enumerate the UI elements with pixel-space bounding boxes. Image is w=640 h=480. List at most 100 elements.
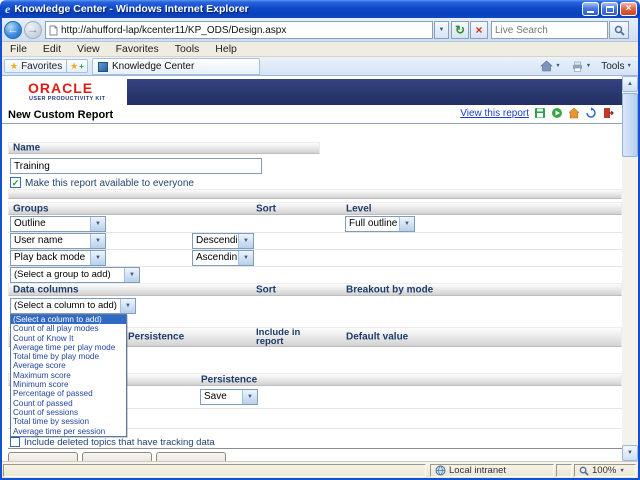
column-option[interactable]: Maximum score <box>11 371 126 380</box>
scroll-down-icon[interactable]: ▼ <box>622 445 638 461</box>
column-option[interactable]: Count of sessions <box>11 408 126 417</box>
add-group-select[interactable]: (Select a group to add) ▼ <box>10 267 140 283</box>
sort-descending-select[interactable]: Descending ▼ <box>192 233 254 249</box>
forward-button[interactable]: → <box>24 21 42 39</box>
close-button[interactable]: × <box>620 2 637 16</box>
refresh-page-button[interactable] <box>585 107 597 119</box>
chevron-down-icon: ▼ <box>124 268 139 282</box>
default-value-column-header: Default value <box>346 331 409 343</box>
bottom-button[interactable] <box>8 452 78 461</box>
persistence-save-select[interactable]: Save ▼ <box>200 389 258 405</box>
tools-menu-button[interactable]: Tools ▼ <box>601 61 632 72</box>
sort-ascending-select[interactable]: Ascending ▼ <box>192 250 254 266</box>
zoom-icon <box>579 466 589 476</box>
column-option[interactable]: Count of passed <box>11 399 126 408</box>
search-button[interactable] <box>609 21 629 39</box>
groups-level-header: Level <box>346 203 372 214</box>
home-icon <box>568 107 580 119</box>
minimize-button[interactable] <box>582 2 599 16</box>
bottom-button[interactable] <box>82 452 152 461</box>
chevron-down-icon: ▼ <box>626 63 632 69</box>
oracle-tagline: USER PRODUCTIVITY KIT <box>29 96 106 102</box>
select-value: User name <box>14 235 63 246</box>
print-menu-button[interactable]: ▼ <box>571 61 591 72</box>
logout-button[interactable] <box>602 107 614 119</box>
persistence-header-label: Persistence <box>201 374 258 385</box>
column-option[interactable]: Average score <box>11 361 126 370</box>
data-columns-section-header: Data columns Sort Breakout by mode <box>8 283 622 296</box>
level-select[interactable]: Full outline ▼ <box>345 216 415 232</box>
column-option[interactable]: Average time per session <box>11 427 126 436</box>
status-spacer-pane <box>556 464 572 477</box>
address-bar: ← → http://ahufford-lap/kcenter11/KP_ODS… <box>0 18 640 42</box>
add-favorite-button[interactable]: ★ + <box>66 59 88 73</box>
share-checkbox[interactable]: ✓ <box>10 177 21 188</box>
home-menu-button[interactable]: ▼ <box>540 60 561 72</box>
column-option[interactable]: Minimum score <box>11 380 126 389</box>
page-content: ORACLE USER PRODUCTIVITY KIT New Custom … <box>2 76 622 461</box>
group-username-select[interactable]: User name ▼ <box>10 233 106 249</box>
vertical-scrollbar[interactable]: ▲ ▼ <box>622 76 638 461</box>
stop-button[interactable]: × <box>470 21 488 39</box>
search-input[interactable] <box>495 24 604 36</box>
chevron-down-icon: ▼ <box>90 251 105 265</box>
security-zone-pane: Local intranet <box>430 464 554 477</box>
home-icon <box>540 60 554 72</box>
chevron-down-icon: ▼ <box>242 390 257 404</box>
add-column-select[interactable]: (Select a column to add) ▼ <box>10 298 136 314</box>
select-value: (Select a column to add) <box>14 300 117 311</box>
include-in-report-column-header: Include in report <box>256 327 301 347</box>
scroll-up-icon[interactable]: ▲ <box>622 76 638 92</box>
scrollbar-thumb[interactable] <box>622 93 638 157</box>
favorites-label: Favorites <box>21 60 63 72</box>
address-input[interactable]: http://ahufford-lap/kcenter11/KP_ODS/Des… <box>45 21 433 39</box>
chevron-down-icon: ▼ <box>120 299 135 313</box>
column-option[interactable]: Average time per play mode <box>11 343 126 352</box>
include-deleted-topics-checkbox[interactable] <box>10 437 20 447</box>
home-button[interactable] <box>568 107 580 119</box>
window-title: Knowledge Center - Windows Internet Expl… <box>14 3 249 15</box>
menu-help[interactable]: Help <box>207 42 245 57</box>
menu-bar: File Edit View Favorites Tools Help <box>0 42 640 57</box>
column-option[interactable]: Count of all play modes <box>11 324 126 333</box>
menu-file[interactable]: File <box>2 42 35 57</box>
star-icon: ★ <box>10 60 19 71</box>
history-dropdown-button[interactable]: ▼ <box>434 21 449 39</box>
zoom-control[interactable]: 100% ▼ <box>574 464 636 477</box>
column-option[interactable]: Total time by play mode <box>11 352 126 361</box>
persistence-column-header: Persistence <box>128 331 185 343</box>
refresh-icon <box>586 107 596 118</box>
column-option[interactable]: Total time by session <box>11 417 126 426</box>
report-name-input[interactable] <box>10 158 262 174</box>
oracle-logo: ORACLE <box>28 80 94 96</box>
column-option[interactable]: (Select a column to add) <box>11 315 126 325</box>
breakout-by-mode-header: Breakout by mode <box>346 284 434 295</box>
refresh-button[interactable]: ↻ <box>451 21 469 39</box>
print-icon <box>572 61 582 72</box>
chevron-down-icon: ▼ <box>238 234 253 248</box>
chevron-down-icon: ▼ <box>238 251 253 265</box>
column-option[interactable]: Percentage of passed <box>11 389 126 398</box>
menu-tools[interactable]: Tools <box>167 42 208 57</box>
data-columns-header-label: Data columns <box>13 284 79 295</box>
bottom-button[interactable] <box>156 452 226 461</box>
save-button[interactable] <box>534 107 546 119</box>
minimize-icon <box>587 11 594 13</box>
view-this-report-link[interactable]: View this report <box>460 108 529 119</box>
preview-button[interactable] <box>551 107 563 119</box>
back-button[interactable]: ← <box>4 21 22 39</box>
title-bar: e Knowledge Center - Windows Internet Ex… <box>0 0 640 18</box>
favorites-button[interactable]: ★ Favorites <box>4 59 69 73</box>
menu-edit[interactable]: Edit <box>35 42 69 57</box>
include-deleted-topics-label: Include deleted topics that have trackin… <box>24 437 215 448</box>
tab-knowledge-center[interactable]: Knowledge Center <box>92 58 260 75</box>
maximize-button[interactable] <box>601 2 618 16</box>
star-icon: ★ <box>70 60 79 71</box>
column-option[interactable]: Count of Know It <box>11 334 126 343</box>
page-title: New Custom Report <box>8 109 114 121</box>
menu-favorites[interactable]: Favorites <box>108 42 167 57</box>
group-outline-select[interactable]: Outline ▼ <box>10 216 106 232</box>
tab-title: Knowledge Center <box>112 61 195 72</box>
menu-view[interactable]: View <box>69 42 108 57</box>
group-playbackmode-select[interactable]: Play back mode ▼ <box>10 250 106 266</box>
